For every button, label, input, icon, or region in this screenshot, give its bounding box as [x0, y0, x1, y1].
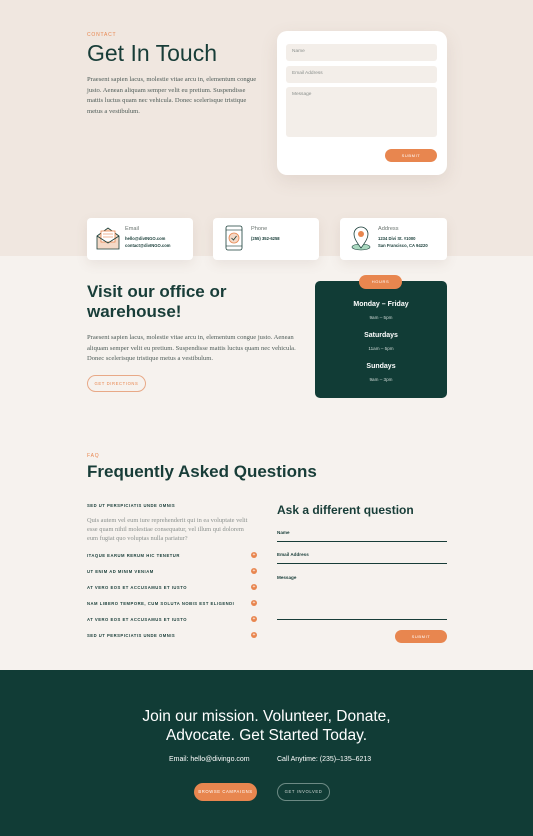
faq-item-label: SED UT PERSPICIATIS UNDE OMNIS [87, 633, 176, 638]
address-card-title: Address [378, 226, 399, 232]
hours-day-weekdays: Monday – Friday [353, 301, 409, 308]
contact-submit-button[interactable]: SUBMIT [385, 149, 437, 162]
plus-icon[interactable]: + [251, 584, 257, 590]
page-title: Get In Touch [87, 40, 217, 66]
ask-name-input[interactable] [277, 541, 447, 542]
ask-submit-button[interactable]: SUBMIT [395, 630, 447, 643]
phone-card: Phone (255) 352-6258 [213, 218, 319, 260]
cta-section [0, 670, 533, 836]
ask-email-input[interactable] [277, 563, 447, 564]
contact-form: Name Email Address Message SUBMIT [277, 31, 447, 175]
phone-icon [225, 225, 243, 251]
plus-icon[interactable]: + [251, 632, 257, 638]
envelope-icon [96, 227, 120, 250]
plus-icon[interactable]: + [251, 552, 257, 558]
contact-description: Praesent sapien lacus, molestie vitae ar… [87, 76, 257, 115]
faq-open-question[interactable]: SED UT PERSPICIATIS UNDE OMNIS [87, 503, 175, 508]
faq-item-label: AT VERO EOS ET ACCUSAMUS ET IUSTO [87, 585, 187, 590]
faq-open-answer: Quis autem vel eum iure reprehenderit qu… [87, 517, 248, 543]
faq-item[interactable]: UT ENIM AD MINIM VENIAM + [87, 568, 257, 577]
plus-icon[interactable]: + [251, 600, 257, 606]
faq-item[interactable]: ITAQUE EARUM RERUM HIC TENETUR + [87, 552, 257, 561]
faq-item-label: AT VERO EOS ET ACCUSAMUS ET IUSTO [87, 617, 187, 622]
hours-day-saturdays: Saturdays [364, 332, 398, 339]
plus-icon[interactable]: + [251, 568, 257, 574]
email-field[interactable]: Email Address [286, 66, 437, 83]
hours-time-saturdays: 11am – 5pm [368, 346, 394, 351]
email-address-2[interactable]: contact@divINGO.com [125, 243, 171, 248]
faq-item-label: NAM LIBERO TEMPORE, CUM SOLUTA NOBIS EST… [87, 601, 235, 606]
ask-message-input[interactable] [277, 619, 447, 620]
get-directions-button[interactable]: GET DIRECTIONS [87, 375, 146, 392]
cta-phone[interactable]: Call Anytime: (235)–135–6213 [277, 756, 371, 763]
message-field[interactable]: Message [286, 87, 437, 137]
cta-title-line-2: Advocate. Get Started Today. [165, 727, 368, 744]
hours-time-weekdays: 9am – 5pm [369, 315, 393, 320]
visit-title: Visit our office or warehouse! [87, 282, 227, 321]
contact-overline: CONTACT [87, 32, 117, 38]
email-address-1[interactable]: hello@divINGO.com [125, 236, 165, 241]
hours-time-sundays: 9am – 3pm [369, 377, 393, 382]
faq-item-label: UT ENIM AD MINIM VENIAM [87, 569, 154, 574]
faq-item-label: ITAQUE EARUM RERUM HIC TENETUR [87, 553, 180, 558]
address-line-1: 1234 Divi St. #1000 [378, 236, 416, 241]
get-involved-button[interactable]: GET INVOLVED [277, 783, 330, 801]
cta-email[interactable]: Email: hello@divingo.com [169, 756, 250, 763]
faq-item[interactable]: AT VERO EOS ET ACCUSAMUS ET IUSTO + [87, 584, 257, 593]
faq-overline: FAQ [87, 453, 100, 459]
email-card-title: Email [125, 226, 139, 232]
hours-badge: HOURS [359, 275, 402, 289]
cta-title: Join our mission. Volunteer, Donate, Adv… [0, 707, 533, 745]
name-field[interactable]: Name [286, 44, 437, 61]
faq-item[interactable]: SED UT PERSPICIATIS UNDE OMNIS + [87, 632, 257, 641]
phone-card-title: Phone [251, 226, 268, 232]
address-line-2: San Francisco, CA 94220 [378, 243, 428, 248]
ask-message-label: Message [277, 575, 297, 580]
visit-description: Praesent sapien lacus, molestie vitae ar… [87, 334, 296, 362]
cta-title-line-1: Join our mission. Volunteer, Donate, [142, 708, 391, 725]
address-card: Address 1234 Divi St. #1000 San Francisc… [340, 218, 447, 260]
map-pin-icon [351, 226, 371, 251]
hours-day-sundays: Sundays [366, 363, 396, 370]
ask-email-label: Email Address [277, 552, 309, 557]
ask-name-label: Name [277, 530, 290, 535]
plus-icon[interactable]: + [251, 616, 257, 622]
faq-item[interactable]: AT VERO EOS ET ACCUSAMUS ET IUSTO + [87, 616, 257, 625]
faq-item[interactable]: NAM LIBERO TEMPORE, CUM SOLUTA NOBIS EST… [87, 600, 257, 609]
browse-campaigns-button[interactable]: BROWSE CAMPAIGNS [194, 783, 257, 801]
phone-number[interactable]: (255) 352-6258 [251, 236, 280, 241]
faq-title: Frequently Asked Questions [87, 462, 317, 481]
ask-question-title: Ask a different question [277, 503, 414, 517]
email-card: Email hello@divINGO.com contact@divINGO.… [87, 218, 193, 260]
